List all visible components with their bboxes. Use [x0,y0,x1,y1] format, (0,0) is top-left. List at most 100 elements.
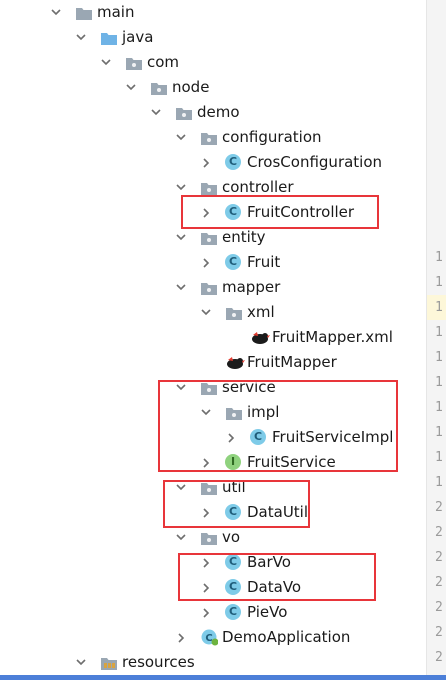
tree-item-com[interactable]: com [0,50,426,75]
tree-item-fruitmapper-xml[interactable]: FruitMapper.xml [0,325,426,350]
tree-item-label: BarVo [247,553,291,571]
tree-item-fruit[interactable]: C Fruit [0,250,426,275]
package-icon [200,179,218,195]
tree-item-demo[interactable]: demo [0,100,426,125]
chevron-down-icon[interactable] [51,8,61,16]
tree-item-demoapplication[interactable]: C DemoApplication [0,625,426,650]
tree-item-entity[interactable]: entity [0,225,426,250]
line-number: 2 [435,500,443,515]
tree-item-barvo[interactable]: C BarVo [0,550,426,575]
chevron-right-icon[interactable] [177,633,185,643]
chevron-down-icon[interactable] [126,83,136,91]
source-folder-icon [100,29,118,45]
tree-item-datautil[interactable]: C DataUtil [0,500,426,525]
chevron-right-icon[interactable] [227,433,235,443]
line-number: 2 [435,600,443,615]
tree-item-label: vo [222,528,241,546]
line-number: 2 [435,650,443,665]
chevron-down-icon[interactable] [101,58,111,66]
tree-item-util[interactable]: util [0,475,426,500]
tree-item-label: node [172,78,210,96]
chevron-right-icon[interactable] [202,158,210,168]
chevron-down-icon[interactable] [201,308,211,316]
line-number: 2 [435,550,443,565]
tree-item-label: com [147,53,180,71]
line-number: 1 [435,375,443,390]
chevron-down-icon[interactable] [176,483,186,491]
tree-item-vo[interactable]: vo [0,525,426,550]
tree-item-main[interactable]: main [0,0,426,25]
tree-item-label: impl [247,403,280,421]
tree-item-xml[interactable]: xml [0,300,426,325]
tree-item-datavo[interactable]: C DataVo [0,575,426,600]
tree-item-label: DataUtil [247,503,309,521]
package-icon [200,529,218,545]
chevron-right-icon[interactable] [202,583,210,593]
tree-item-configuration[interactable]: configuration [0,125,426,150]
tree-item-label: mapper [222,278,281,296]
chevron-down-icon[interactable] [76,658,86,666]
tree-item-fruitcontroller[interactable]: C FruitController [0,200,426,225]
chevron-right-icon[interactable] [202,208,210,218]
package-icon [225,304,243,320]
package-icon [200,229,218,245]
chevron-down-icon[interactable] [176,383,186,391]
class-icon: C [225,154,241,170]
editor-gutter: 1 1 1 1 1 1 1 1 1 1 2 2 2 2 2 2 2 [426,0,446,680]
tree-item-resources[interactable]: resources [0,650,426,675]
chevron-down-icon[interactable] [151,108,161,116]
tree-item-impl[interactable]: impl [0,400,426,425]
chevron-right-icon[interactable] [202,608,210,618]
tree-item-crosconfiguration[interactable]: C CrosConfiguration [0,150,426,175]
tree-item-fruitmapper[interactable]: FruitMapper [0,350,426,375]
package-icon [200,279,218,295]
tree-item-label: FruitController [247,203,355,221]
chevron-right-icon[interactable] [202,508,210,518]
line-number: 1 [427,295,446,320]
tree-item-fruitservice[interactable]: I FruitService [0,450,426,475]
project-tree: main java com node demo configuration C CrosCon… [0,0,426,680]
tree-item-fruitserviceimpl[interactable]: C FruitServiceImpl [0,425,426,450]
tree-item-controller[interactable]: controller [0,175,426,200]
tree-item-label: FruitServiceImpl [272,428,394,446]
tree-item-pievo[interactable]: C PieVo [0,600,426,625]
tree-item-label: java [122,28,154,46]
tree-item-mapper[interactable]: mapper [0,275,426,300]
package-icon [175,104,193,120]
line-number: 2 [435,525,443,540]
line-number: 1 [435,325,443,340]
tree-item-node[interactable]: node [0,75,426,100]
class-icon: C [225,604,241,620]
tree-item-label: configuration [222,128,322,146]
chevron-right-icon[interactable] [202,558,210,568]
chevron-right-icon[interactable] [202,258,210,268]
tree-item-label: controller [222,178,294,196]
chevron-down-icon[interactable] [176,183,186,191]
line-number: 1 [435,425,443,440]
tree-item-label: util [222,478,246,496]
chevron-down-icon[interactable] [201,408,211,416]
chevron-down-icon[interactable] [176,233,186,241]
chevron-right-icon[interactable] [202,458,210,468]
tree-item-service[interactable]: service [0,375,426,400]
package-icon [125,54,143,70]
tree-item-label: DemoApplication [222,628,351,646]
spring-boot-class-icon: C [200,628,219,646]
chevron-down-icon[interactable] [176,133,186,141]
class-icon: C [225,579,241,595]
folder-icon [75,4,93,20]
tree-item-java[interactable]: java [0,25,426,50]
line-number: 1 [435,450,443,465]
mybatis-mapper-icon [225,354,245,370]
class-icon: C [225,504,241,520]
line-number: 1 [435,475,443,490]
tree-item-label: demo [197,103,240,121]
bottom-status-strip [0,675,446,680]
tree-item-label: resources [122,653,195,671]
chevron-down-icon[interactable] [76,33,86,41]
package-icon [200,479,218,495]
package-icon [200,379,218,395]
line-number: 1 [435,275,443,290]
chevron-down-icon[interactable] [176,283,186,291]
chevron-down-icon[interactable] [176,533,186,541]
